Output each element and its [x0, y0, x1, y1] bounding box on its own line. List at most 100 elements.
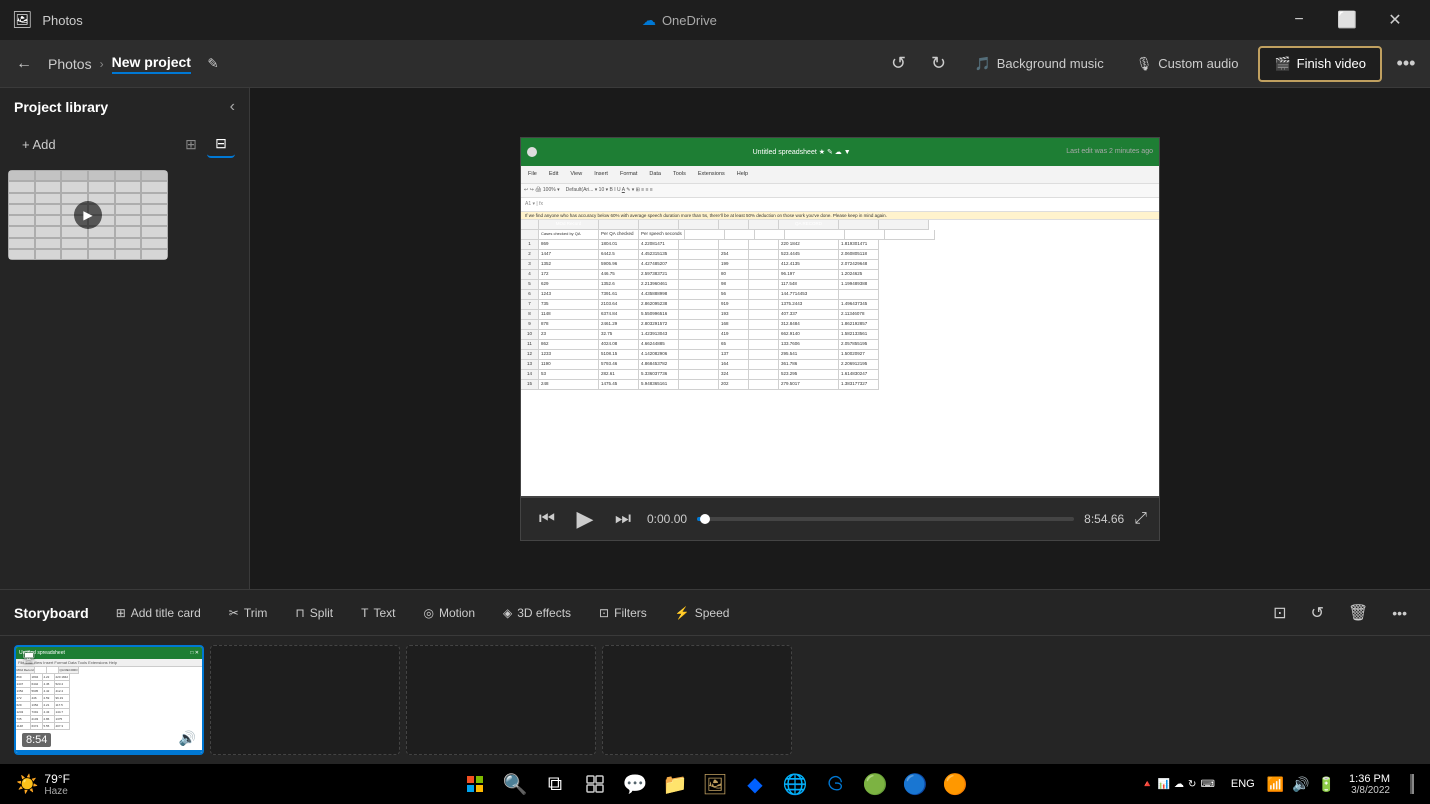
chat-button[interactable]: 💬	[617, 766, 653, 802]
playback-progress-bar[interactable]	[697, 517, 1074, 521]
widgets-button[interactable]	[577, 766, 613, 802]
edit-project-name-button[interactable]: ✎	[199, 50, 227, 78]
grid-view-button[interactable]: ⊞	[177, 130, 205, 158]
search-button[interactable]: 🔍	[497, 766, 533, 802]
audio-icon: 🎙	[1136, 56, 1153, 72]
volume-icon[interactable]: 🔊	[1290, 776, 1311, 793]
tray-equalizer-icon: 📊	[1158, 779, 1170, 790]
total-duration-display: 8:54.66	[1084, 512, 1124, 526]
rotate-button[interactable]: ↺	[1302, 598, 1333, 628]
filters-button[interactable]: ⊡ Filters	[588, 598, 658, 628]
wifi-icon[interactable]: 📶	[1265, 776, 1286, 793]
list-view-button[interactable]: ⊟	[207, 130, 235, 158]
app-icon-2[interactable]: 🔵	[897, 766, 933, 802]
spreadsheet-subheader-row: Cases checked by QA Per QA checked Per s…	[521, 230, 1159, 240]
undo-button[interactable]: ↺	[883, 48, 915, 80]
preview-area: Untitled spreadsheet ★ ✎ ☁ ▼ Last edit w…	[250, 88, 1430, 589]
minimize-button[interactable]: −	[1276, 5, 1322, 35]
split-button[interactable]: ⊓ Split	[284, 598, 344, 628]
weather-widget[interactable]: ☀️ 79°F Haze	[8, 766, 78, 802]
format-tab: Format	[617, 170, 640, 178]
background-music-button[interactable]: 🎵 Background music	[963, 48, 1116, 80]
taskbar: ☀️ 79°F Haze 🔍 ⧉ 💬 �	[0, 764, 1430, 804]
storyboard-clip-1[interactable]: Untitled spreadsheet □ ✕ File Edit View …	[14, 645, 204, 755]
delete-button[interactable]: 🗑	[1339, 598, 1377, 628]
add-media-button[interactable]: + Add	[14, 133, 64, 156]
file-tab: File	[525, 170, 540, 178]
library-collapse-button[interactable]: ‹	[230, 98, 235, 116]
task-view-button[interactable]: ⧉	[537, 766, 573, 802]
close-button[interactable]: ✕	[1372, 5, 1418, 35]
add-title-card-label: Add title card	[131, 606, 201, 620]
trim-button[interactable]: ✂ Trim	[218, 598, 279, 628]
tray-up-arrow-icon: 🔺	[1141, 779, 1153, 790]
app-bar-actions: ↺ ↻ 🎵 Background music 🎙 Custom audio 🎬 …	[883, 46, 1422, 82]
storyboard-more-button[interactable]: •••	[1383, 598, 1416, 628]
app-icon-3[interactable]: 🟠	[937, 766, 973, 802]
library-video-item[interactable]: ▶	[8, 170, 168, 260]
edge-button[interactable]	[817, 766, 853, 802]
current-time-display: 0:00.00	[647, 512, 687, 526]
app-icon-1[interactable]: 🟢	[857, 766, 893, 802]
battery-icon[interactable]: 🔋	[1316, 776, 1337, 793]
play-button[interactable]: ▶	[571, 505, 599, 533]
taskbar-left: ☀️ 79°F Haze	[8, 766, 78, 802]
extensions-tab: Extensions	[695, 170, 728, 178]
storyboard-header: Storyboard ⊞ Add title card ✂ Trim ⊓ Spl…	[0, 590, 1430, 636]
edit-tab: Edit	[546, 170, 561, 178]
3d-effects-button[interactable]: ◈ 3D effects	[492, 598, 582, 628]
system-tray-icons[interactable]: 🔺 📊 ☁ ↻ ⌨	[1135, 766, 1221, 802]
spreadsheet-last-edit: Last edit was 2 minutes ago	[1066, 148, 1153, 155]
finish-video-button[interactable]: 🎬 Finish video	[1258, 46, 1382, 82]
filters-label: Filters	[614, 606, 647, 620]
skip-back-button[interactable]: ⏮	[533, 505, 561, 533]
library-content: ▶	[0, 162, 249, 589]
taskbar-right: 🔺 📊 ☁ ↻ ⌨ ENG 📶 🔊 🔋 1:36 PM 3/8/2022	[1135, 766, 1422, 802]
title-bar-left: 🖼 Photos	[12, 10, 83, 30]
title-bar: 🖼 Photos ☁ OneDrive − ⬜ ✕	[0, 0, 1430, 40]
breadcrumb-separator: ›	[100, 57, 104, 71]
maximize-button[interactable]: ⬜	[1324, 5, 1370, 35]
show-desktop-button[interactable]	[1402, 766, 1422, 802]
view-toggle: ⊞ ⊟	[177, 130, 235, 158]
clip-duration-label: 8:54	[22, 733, 51, 747]
storyboard-placeholder-1	[210, 645, 400, 755]
title-bar-app-name: Photos	[42, 13, 82, 28]
weather-info: 79°F Haze	[44, 772, 69, 797]
onedrive-tray-icon: ☁	[1174, 779, 1184, 790]
clock[interactable]: 1:36 PM 3/8/2022	[1341, 773, 1398, 796]
view-tab: View	[567, 170, 585, 178]
photos-taskbar-button[interactable]: 🖼	[697, 766, 733, 802]
3d-effects-label: 3D effects	[517, 606, 571, 620]
weather-description: Haze	[44, 786, 69, 797]
tools-tab: Tools	[670, 170, 689, 178]
start-button[interactable]	[457, 766, 493, 802]
text-button[interactable]: T Text	[350, 598, 406, 628]
back-button[interactable]: ←	[8, 48, 40, 80]
text-label: Text	[373, 606, 395, 620]
data-tab: Data	[646, 170, 664, 178]
clip-screen-icon: 🖥	[22, 651, 36, 664]
custom-audio-button[interactable]: 🎙 Custom audio	[1124, 48, 1251, 80]
dropbox-button[interactable]: ◆	[737, 766, 773, 802]
finish-icon: 🎬	[1274, 56, 1290, 72]
add-title-card-button[interactable]: ⊞ Add title card	[105, 598, 212, 628]
skip-forward-button[interactable]: ⏭	[609, 505, 637, 533]
fullscreen-button[interactable]: ⤢	[1134, 510, 1147, 528]
storyboard-placeholder-3	[602, 645, 792, 755]
progress-thumb	[700, 514, 710, 524]
redo-button[interactable]: ↻	[923, 48, 955, 80]
storyboard-title: Storyboard	[14, 605, 89, 621]
more-options-button[interactable]: •••	[1390, 48, 1422, 80]
file-explorer-button[interactable]: 📁	[657, 766, 693, 802]
finish-video-label: Finish video	[1297, 56, 1366, 71]
crop-button[interactable]: ⊡	[1264, 598, 1295, 628]
motion-label: Motion	[439, 606, 475, 620]
chrome-button[interactable]: 🌐	[777, 766, 813, 802]
storyboard-content: Untitled spreadsheet □ ✕ File Edit View …	[0, 636, 1430, 764]
music-icon: 🎵	[975, 56, 991, 72]
language-indicator[interactable]: ENG	[1225, 778, 1261, 790]
spreadsheet-header-row: MOd Record QA RECORD	[521, 220, 1159, 230]
motion-button[interactable]: ◎ Motion	[412, 598, 486, 628]
speed-button[interactable]: ⚡ Speed	[664, 598, 741, 628]
